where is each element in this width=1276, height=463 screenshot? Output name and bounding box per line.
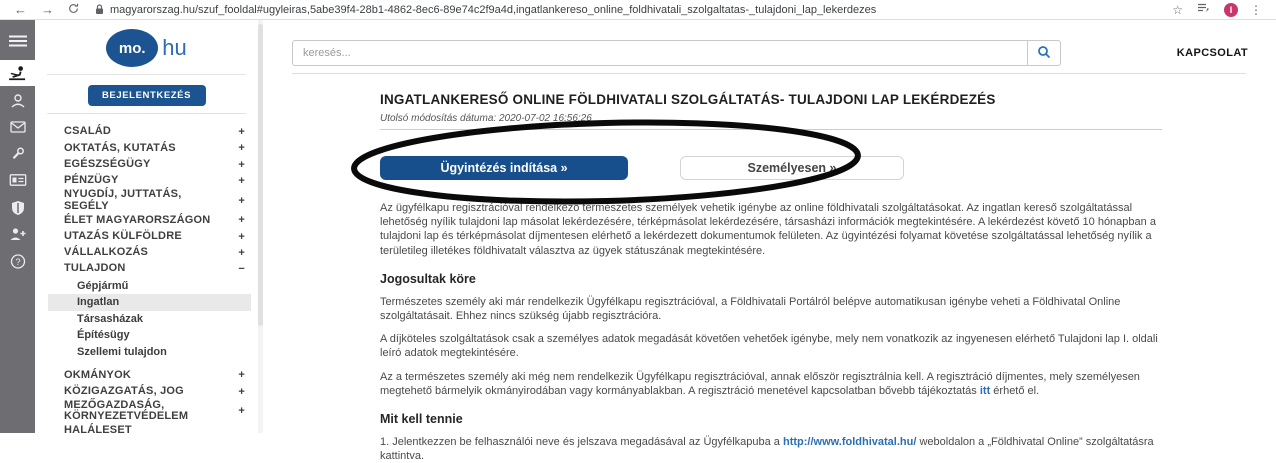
sidebar-item-clipped[interactable]: HALÁLESET [64, 423, 245, 439]
action-buttons: Ügyintézés indítása » Személyesen » [380, 156, 1162, 180]
main-content: KAPCSOLAT INGATLANKERESŐ ONLINE FÖLDHIVA… [270, 20, 1276, 433]
sidebar: mo. hu BEJELENTKEZÉS CSALÁD+ OKTATÁS, KU… [35, 20, 258, 433]
sidebar-item-tulajdon[interactable]: TULAJDON− [64, 261, 245, 277]
bookmark-star-icon[interactable]: ☆ [1172, 3, 1183, 17]
sidebar-item-mezogazdasag[interactable]: MEZŐGAZDASÁG, KÖRNYEZETVÉDELEM+ [64, 400, 245, 423]
contact-link[interactable]: KAPCSOLAT [1177, 47, 1248, 59]
help-icon[interactable]: ? [10, 254, 25, 274]
page-title: INGATLANKERESŐ ONLINE FÖLDHIVATALI SZOLG… [380, 92, 1162, 107]
jogosultak-paragraph-2: A díjköteles szolgáltatások csak a szemé… [380, 332, 1162, 360]
collapse-icon[interactable]: − [238, 263, 245, 275]
sidebar-divider [47, 74, 246, 75]
scrollbar-thumb[interactable] [258, 24, 263, 326]
search-bar [292, 40, 1061, 66]
section-heading-mit-kell: Mit kell tennie [380, 412, 1162, 426]
expand-icon[interactable]: + [238, 195, 245, 207]
back-icon[interactable]: ← [14, 1, 27, 19]
sidebar-item-utazas[interactable]: UTAZÁS KÜLFÖLDRE+ [64, 228, 245, 244]
expand-icon[interactable]: + [238, 247, 245, 259]
lock-icon[interactable] [95, 4, 104, 15]
address-bar[interactable]: magyarorszag.hu/szuf_fooldal#ugyleiras,5… [110, 4, 876, 16]
menu-icon[interactable] [9, 34, 27, 52]
sidebar-item-kozigazgatas[interactable]: KÖZIGAZGATÁS, JOG+ [64, 384, 245, 400]
expand-icon[interactable]: + [238, 142, 245, 154]
step-1-paragraph: 1. Jelentkezzen be felhasználói neve és … [380, 435, 1162, 463]
intro-paragraph: Az ügyfélkapu regisztrációval rendelkező… [380, 201, 1162, 258]
sidebar-item-penzugy[interactable]: PÉNZÜGY+ [64, 173, 245, 189]
sidebar-scrollbar[interactable] [258, 20, 263, 433]
section-heading-jogosultak: Jogosultak köre [380, 272, 1162, 286]
id-card-icon[interactable] [9, 173, 26, 191]
start-case-button[interactable]: Ügyintézés indítása » [380, 156, 628, 180]
sidebar-subitem-ingatlan[interactable]: Ingatlan [48, 294, 251, 311]
sidebar-subitem-tarsashazak[interactable]: Társasházak [48, 311, 251, 328]
mohu-logo[interactable]: mo. hu [35, 29, 258, 67]
browser-chrome: ← → magyarorszag.hu/szuf_fooldal#ugyleir… [0, 0, 1276, 20]
expand-icon[interactable]: + [238, 405, 245, 417]
sidebar-menu: CSALÁD+ OKTATÁS, KUTATÁS+ EGÉSZSÉGÜGY+ P… [35, 124, 258, 439]
profile-icon[interactable] [10, 93, 26, 113]
mohu-logo-hu: hu [162, 35, 186, 61]
expand-icon[interactable]: + [238, 231, 245, 243]
jogosultak-paragraph-3: Az a természetes személy aki még nem ren… [380, 370, 1162, 398]
case-admin-icon[interactable] [0, 60, 35, 86]
reading-list-icon[interactable] [1197, 1, 1210, 19]
sidebar-subitem-gepjarmu[interactable]: Gépjármű [48, 277, 251, 294]
sidebar-item-egeszsegugy[interactable]: EGÉSZSÉGÜGY+ [64, 157, 245, 173]
expand-icon[interactable]: + [238, 214, 245, 226]
icon-rail: ? [0, 20, 35, 433]
forward-icon[interactable]: → [41, 1, 54, 19]
sidebar-subitem-epitesugy[interactable]: Építésügy [48, 327, 251, 344]
sidebar-item-oktatas[interactable]: OKTATÁS, KUTATÁS+ [64, 140, 245, 156]
add-user-icon[interactable] [9, 227, 26, 246]
sidebar-item-nyugdij[interactable]: NYUGDÍJ, JUTTATÁS, SEGÉLY+ [64, 189, 245, 212]
article: INGATLANKERESŐ ONLINE FÖLDHIVATALI SZOLG… [380, 92, 1162, 463]
last-modified: Utolsó módosítás dátuma: 2020-07-02 16:5… [380, 113, 1162, 130]
profile-avatar[interactable]: I [1224, 3, 1238, 17]
login-button[interactable]: BEJELENTKEZÉS [88, 85, 206, 106]
expand-icon[interactable]: + [238, 159, 245, 171]
wrench-icon[interactable] [10, 146, 25, 166]
shield-icon[interactable] [11, 200, 25, 221]
expand-icon[interactable]: + [238, 369, 245, 381]
sidebar-item-okmanyok[interactable]: OKMÁNYOK+ [64, 367, 245, 383]
search-input[interactable] [292, 40, 1027, 66]
mail-icon[interactable] [10, 120, 26, 138]
foldhivatal-link[interactable]: http://www.foldhivatal.hu/ [783, 436, 916, 448]
itt-link[interactable]: itt [980, 385, 990, 397]
sidebar-divider [47, 113, 246, 114]
sidebar-subitem-szellemi-tulajdon[interactable]: Szellemi tulajdon [48, 344, 251, 361]
svg-text:?: ? [15, 257, 20, 267]
search-button[interactable] [1027, 40, 1061, 66]
sidebar-item-elet-magyarorszagon[interactable]: ÉLET MAGYARORSZÁGON+ [64, 212, 245, 228]
in-person-button[interactable]: Személyesen » [680, 156, 904, 180]
browser-menu-icon[interactable]: ⋮ [1250, 3, 1262, 17]
expand-icon[interactable]: + [238, 175, 245, 187]
reload-icon[interactable] [68, 1, 79, 19]
search-icon [1037, 45, 1051, 62]
expand-icon[interactable]: + [238, 386, 245, 398]
sidebar-item-csalad[interactable]: CSALÁD+ [64, 124, 245, 140]
mohu-logo-ellipse: mo. [106, 29, 158, 67]
header-divider [292, 73, 1246, 74]
sidebar-item-vallalkozas[interactable]: VÁLLALKOZÁS+ [64, 245, 245, 261]
expand-icon[interactable]: + [238, 126, 245, 138]
jogosultak-paragraph-1: Természetes személy aki már rendelkezik … [380, 295, 1162, 323]
